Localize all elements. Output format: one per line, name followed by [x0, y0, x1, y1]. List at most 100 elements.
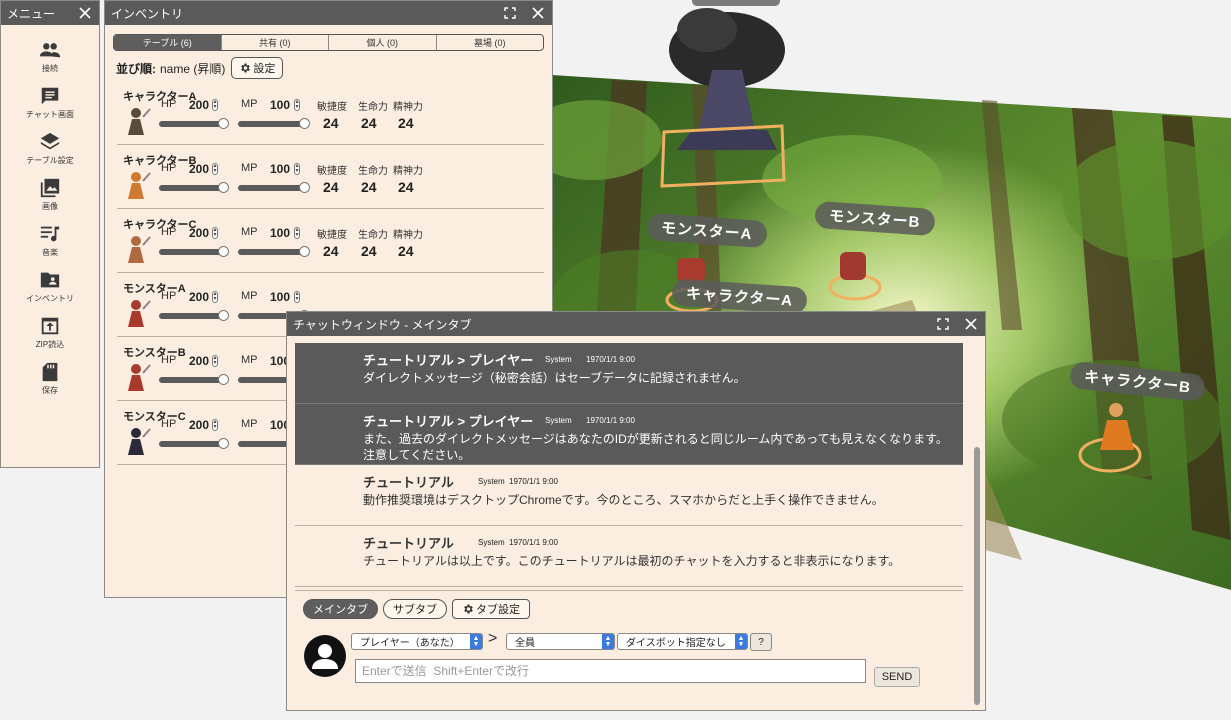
agility-value: 24	[323, 179, 339, 195]
spirit-value: 24	[398, 115, 414, 131]
hp-stepper[interactable]: ▴ ▾	[212, 227, 218, 239]
mp-stepper[interactable]: ▴▾	[294, 163, 300, 175]
tab-table[interactable]: テーブル (6)	[114, 35, 221, 50]
menu-item-music[interactable]: 音楽	[1, 223, 99, 269]
menu-item-connect[interactable]: 接続	[1, 39, 99, 85]
inventory-title-bar[interactable]: インベントリ	[105, 1, 552, 25]
spirit-value: 24	[398, 243, 414, 259]
menu-item-zip-load[interactable]: ZIP読込	[1, 315, 99, 361]
hp-slider[interactable]	[159, 246, 229, 257]
upload-icon	[41, 317, 59, 335]
mp-slider-knob[interactable]	[299, 182, 310, 193]
separator: >	[488, 630, 498, 647]
chat-title-bar[interactable]: チャットウィンドウ - メインタブ	[287, 312, 985, 336]
sender-select[interactable]: プレイヤー（あなた） ▲ ▼	[351, 633, 483, 650]
chat-tabs: メインタブ サブタブ タブ設定	[303, 599, 535, 619]
close-icon[interactable]	[957, 312, 985, 336]
hp-slider[interactable]	[159, 438, 229, 449]
settings-button[interactable]: 設定	[231, 57, 284, 79]
send-button[interactable]: SEND	[874, 667, 920, 687]
agility-value: 24	[323, 115, 339, 131]
chat-input[interactable]	[355, 659, 866, 683]
message-text: ダイレクトメッセージ（秘密会話）はセーブデータに記録されません。	[363, 371, 746, 385]
chat-message-list[interactable]: チュートリアル > プレイヤー System 1970/1/1 9:00 ダイレ…	[295, 343, 963, 591]
hp-slider-knob[interactable]	[218, 374, 229, 385]
spirit-value: 24	[398, 179, 414, 195]
menu-item-label: 音楽	[42, 248, 58, 257]
avatar[interactable]	[304, 635, 346, 677]
hp-stepper[interactable]: ▴ ▾	[212, 99, 218, 111]
music-icon	[40, 226, 60, 242]
hp-label: HP	[161, 226, 177, 238]
message-system-tag: System	[478, 538, 505, 547]
tab-shared[interactable]: 共有 (0)	[220, 35, 329, 50]
hp-slider-knob[interactable]	[218, 118, 229, 129]
hp-stepper[interactable]: ▴ ▾	[212, 163, 218, 175]
tab-graveyard[interactable]: 墓場 (0)	[435, 35, 544, 50]
character-name: キャラクターB	[123, 155, 197, 167]
tab-sub[interactable]: サブタブ	[383, 599, 447, 619]
mp-slider-knob[interactable]	[299, 118, 310, 129]
hp-slider-knob[interactable]	[218, 438, 229, 449]
menu-item-chat[interactable]: チャット画面	[1, 85, 99, 131]
character-row[interactable]: キャラクターA HP 200 ▴ ▾ MP 100 ▴ ▾ 敏捷度 生命力 精神力 …	[117, 81, 544, 145]
character-sprite-icon	[128, 236, 151, 263]
hp-slider-knob[interactable]	[218, 182, 229, 193]
maximize-icon[interactable]	[496, 1, 524, 25]
hp-slider[interactable]	[159, 374, 229, 385]
character-name: モンスターA	[123, 283, 186, 295]
menu-item-image[interactable]: 画像	[1, 177, 99, 223]
target-select[interactable]: 全員 ▲ ▼	[506, 633, 615, 650]
vitality-value: 24	[361, 115, 377, 131]
maximize-icon[interactable]	[929, 312, 957, 336]
character-row[interactable]: キャラクターB HP 200 ▴ ▾ MP 100 ▴ ▾ 敏捷度 生命力 精神力 …	[117, 145, 544, 209]
chat-message: チュートリアル System 1970/1/1 9:00 動作推奨環境はデスクト…	[295, 465, 963, 526]
hp-stepper[interactable]: ▴ ▾	[212, 419, 218, 431]
menu-item-label: チャット画面	[26, 110, 74, 119]
mp-stepper[interactable]: ▴▾	[294, 291, 300, 303]
chat-scrollbar[interactable]	[973, 343, 981, 707]
hp-label: HP	[161, 418, 177, 430]
mp-stepper[interactable]: ▴▾	[294, 99, 300, 111]
mp-slider[interactable]	[238, 182, 310, 193]
menu-window[interactable]: メニュー 接続 チャット画面 テーブル設定 画像 音楽 インベントリ ZIP読込…	[0, 0, 100, 468]
close-icon[interactable]	[524, 1, 552, 25]
chat-title: チャットウィンドウ - メインタブ	[293, 317, 472, 332]
vitality-value: 24	[361, 243, 377, 259]
hp-slider[interactable]	[159, 118, 229, 129]
hp-label: HP	[161, 98, 177, 110]
tab-main[interactable]: メインタブ	[303, 599, 378, 619]
user-icon	[312, 644, 338, 669]
tab-settings-button[interactable]: タブ設定	[452, 599, 530, 619]
hp-slider-knob[interactable]	[218, 246, 229, 257]
chat-scroll-thumb[interactable]	[974, 447, 980, 705]
menu-item-inventory[interactable]: インベントリ	[1, 269, 99, 315]
menu-item-label: インベントリ	[26, 294, 74, 303]
mp-stepper[interactable]: ▴▾	[294, 227, 300, 239]
hp-slider-knob[interactable]	[218, 310, 229, 321]
spirit-label: 精神力	[393, 166, 423, 177]
chat-window[interactable]: チャットウィンドウ - メインタブ チュートリアル > プレイヤー System…	[286, 311, 986, 711]
hp-stepper[interactable]: ▴ ▾	[212, 291, 218, 303]
tab-personal[interactable]: 個人 (0)	[328, 35, 436, 50]
close-icon[interactable]	[71, 1, 99, 25]
menu-item-label: ZIP読込	[35, 340, 65, 349]
menu-title-bar[interactable]: メニュー	[1, 1, 99, 25]
character-sprite-icon	[128, 364, 151, 391]
hp-stepper[interactable]: ▴ ▾	[212, 355, 218, 367]
mp-slider[interactable]	[238, 118, 310, 129]
dicebot-select[interactable]: ダイスボット指定なし ▲ ▼	[617, 633, 748, 650]
menu-item-label: テーブル設定	[26, 156, 74, 165]
menu-item-label: 保存	[42, 386, 58, 395]
hp-slider[interactable]	[159, 182, 229, 193]
menu-item-save[interactable]: 保存	[1, 361, 99, 407]
hp-value: 200	[189, 354, 210, 368]
character-sprite-icon	[128, 300, 151, 327]
mp-slider[interactable]	[238, 246, 310, 257]
character-row[interactable]: キャラクターC HP 200 ▴ ▾ MP 100 ▴ ▾ 敏捷度 生命力 精神力 …	[117, 209, 544, 273]
mp-label: MP	[241, 354, 258, 366]
hp-slider[interactable]	[159, 310, 229, 321]
menu-item-table-settings[interactable]: テーブル設定	[1, 131, 99, 177]
help-button[interactable]: ?	[750, 633, 772, 651]
mp-slider-knob[interactable]	[299, 246, 310, 257]
